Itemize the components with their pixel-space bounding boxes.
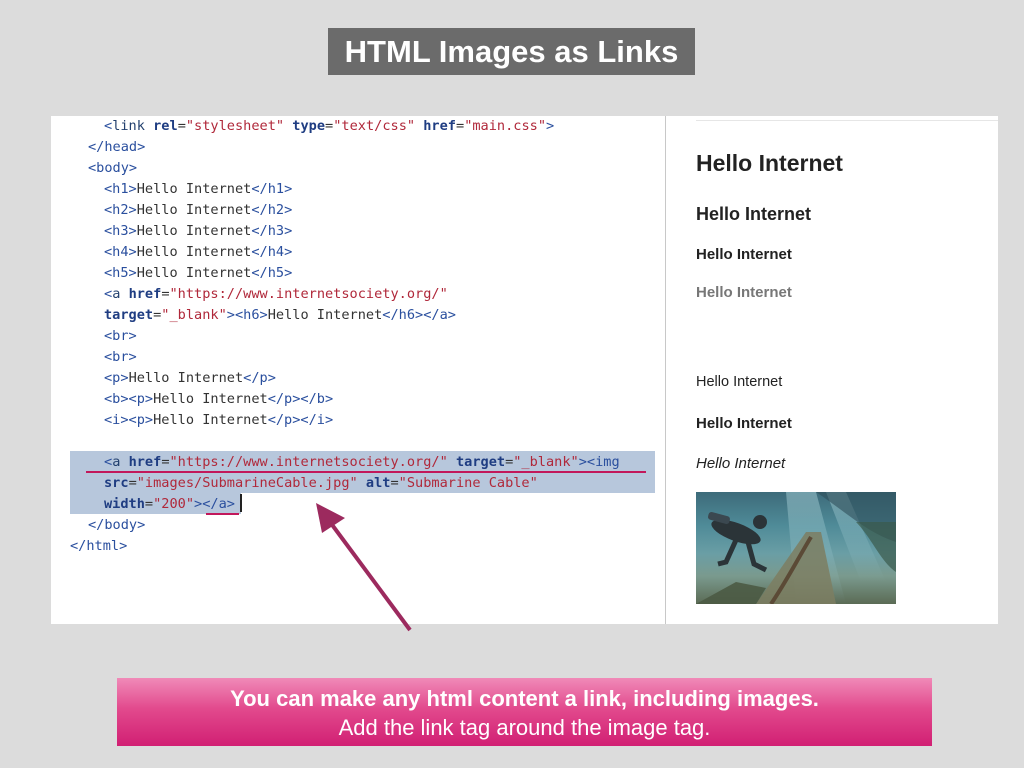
code-line-head-close: </head>	[88, 139, 146, 155]
preview-italic-paragraph: Hello Internet	[696, 455, 786, 472]
code-line-image-src: src="images/SubmarineCable.jpg" alt="Sub…	[104, 475, 538, 491]
code-line-h1: <h1>Hello Internet</h1>	[104, 181, 293, 197]
code-line-image-width: width="200"></a>	[104, 496, 235, 512]
anchor-open-underline	[86, 471, 646, 473]
code-line-i: <i><p>Hello Internet</p></i>	[104, 412, 334, 428]
caption-banner: You can make any html content a link, in…	[117, 678, 932, 746]
code-line-anchor-open: <a href="https://www.internetsociety.org…	[104, 286, 448, 302]
caption-line-2: Add the link tag around the image tag.	[338, 715, 711, 740]
submarine-cable-photo-icon	[696, 492, 896, 604]
code-line-body-close: </body>	[88, 517, 146, 533]
code-line-b: <b><p>Hello Internet</p></b>	[104, 391, 334, 407]
preview-top-rule	[696, 120, 998, 121]
preview-bold-paragraph: Hello Internet	[696, 415, 792, 432]
code-line-h5: <h5>Hello Internet</h5>	[104, 265, 293, 281]
code-line-h4: <h4>Hello Internet</h4>	[104, 244, 293, 260]
code-line-body-open: <body>	[88, 160, 138, 176]
code-line-h3: <h3>Hello Internet</h3>	[104, 223, 293, 239]
anchor-close-underline	[206, 513, 239, 515]
code-line-br-2: <br>	[104, 349, 137, 365]
screenshot-panel: <link rel="stylesheet" type="text/css" h…	[51, 116, 998, 624]
code-line-html-close: </html>	[70, 538, 128, 554]
slide-title: HTML Images as Links	[328, 28, 695, 75]
preview-h1: Hello Internet	[696, 150, 843, 176]
code-line-h2: <h2>Hello Internet</h2>	[104, 202, 293, 218]
code-line-link: <link rel="stylesheet" type="text/css" h…	[104, 118, 555, 134]
preview-paragraph: Hello Internet	[696, 374, 783, 390]
code-editor[interactable]: <link rel="stylesheet" type="text/css" h…	[51, 116, 666, 624]
submarine-cable-image-link[interactable]	[696, 492, 896, 604]
code-line-p: <p>Hello Internet</p>	[104, 370, 276, 386]
caption-line-1: You can make any html content a link, in…	[230, 686, 819, 711]
code-line-br-1: <br>	[104, 328, 137, 344]
browser-preview: Hello Internet Hello Internet Hello Inte…	[666, 116, 998, 624]
preview-h6-link[interactable]: Hello Internet	[696, 284, 792, 301]
preview-h3: Hello Internet	[696, 246, 792, 263]
code-line-image-link-open: <a href="https://www.internetsociety.org…	[104, 454, 620, 470]
code-line-anchor-h6: target="_blank"><h6>Hello Internet</h6><…	[104, 307, 456, 323]
preview-h2: Hello Internet	[696, 204, 812, 224]
text-cursor	[240, 494, 242, 512]
